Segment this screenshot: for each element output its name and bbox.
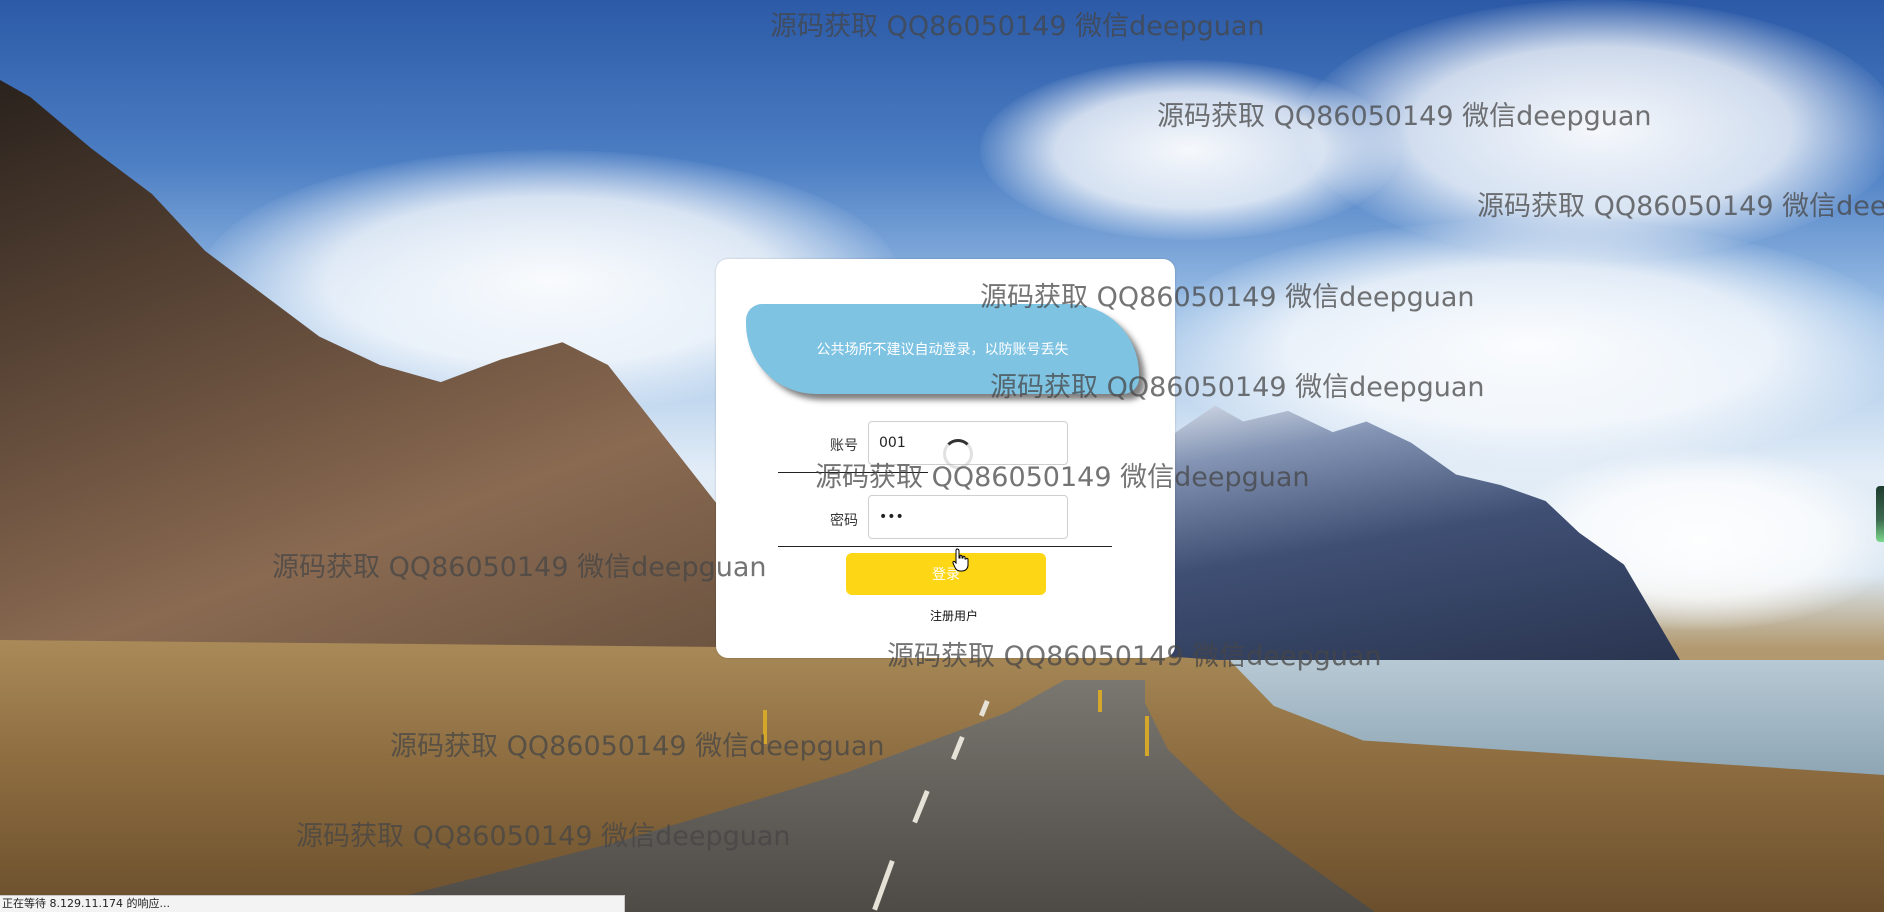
divider-line bbox=[778, 472, 928, 473]
divider-line bbox=[778, 546, 1112, 547]
password-input[interactable] bbox=[868, 495, 1068, 539]
road-post bbox=[1098, 690, 1102, 712]
road-post bbox=[1145, 716, 1149, 756]
loading-spinner-icon bbox=[943, 439, 973, 469]
hand-cursor-icon bbox=[952, 548, 969, 572]
scrollbar-handle[interactable] bbox=[1876, 486, 1884, 542]
road-post bbox=[763, 710, 767, 744]
login-button[interactable]: 登录 bbox=[846, 553, 1046, 595]
login-card: 公共场所不建议自动登录，以防账号丢失 账号 密码 登录 注册用户 bbox=[716, 259, 1175, 658]
account-label: 账号 bbox=[830, 438, 858, 454]
register-link[interactable]: 注册用户 bbox=[930, 607, 978, 624]
notice-text: 公共场所不建议自动登录，以防账号丢失 bbox=[816, 342, 1069, 358]
auto-login-notice: 公共场所不建议自动登录，以防账号丢失 bbox=[746, 304, 1139, 394]
page-root: 公共场所不建议自动登录，以防账号丢失 账号 密码 登录 注册用户 源码获取 QQ… bbox=[0, 0, 1884, 912]
browser-status-bar: 正在等待 8.129.11.174 的响应... bbox=[0, 895, 625, 912]
status-text: 正在等待 8.129.11.174 的响应... bbox=[2, 897, 170, 910]
password-label: 密码 bbox=[830, 513, 858, 529]
